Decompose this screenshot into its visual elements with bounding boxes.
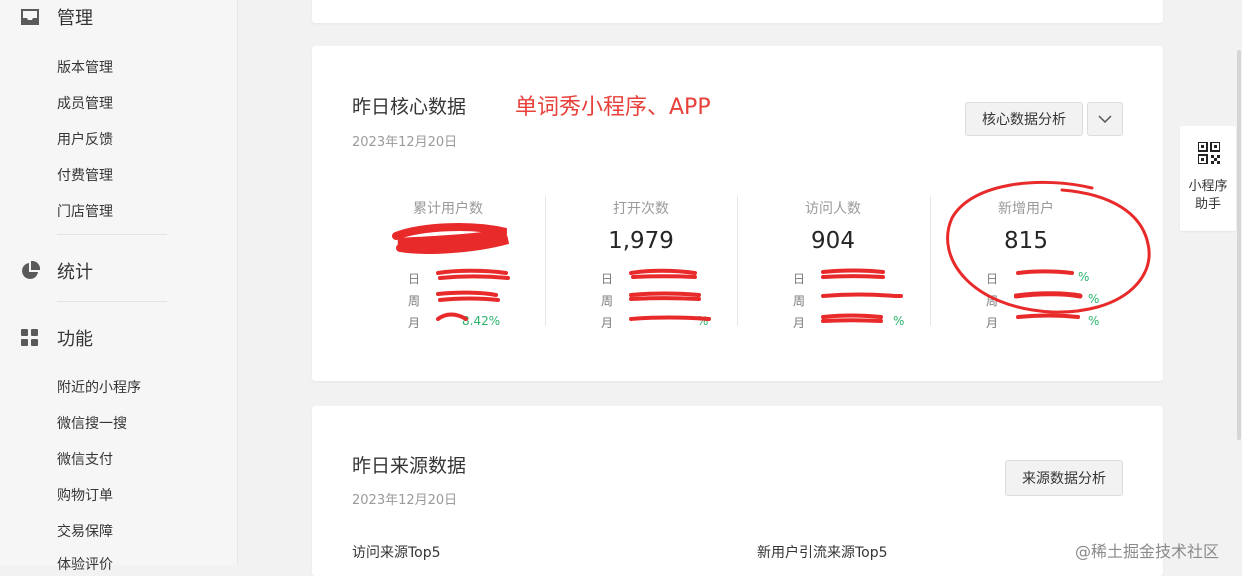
- watermark: @稀土掘金技术社区: [1075, 542, 1220, 561]
- nav-group-manage[interactable]: 管理: [20, 4, 93, 30]
- annotation-text: 单词秀小程序、APP: [515, 95, 711, 120]
- chevron-down-icon: [1098, 111, 1112, 127]
- metric-label: 访问人数: [805, 201, 861, 217]
- metric-label: 打开次数: [613, 201, 669, 217]
- source-data-date: 2023年12月20日: [352, 493, 458, 508]
- compare-value: [629, 291, 715, 304]
- nav-group-label: 统计: [57, 262, 93, 283]
- annotation-circle: [946, 180, 1151, 314]
- compare-label: 月: [601, 316, 614, 330]
- compare-value: [821, 268, 907, 282]
- compare-label: 日: [408, 272, 421, 286]
- metric-open-count: 打开次数 1,979 日 周 月 %: [545, 196, 737, 330]
- pie-chart-icon: [20, 261, 40, 281]
- source-data-analysis-button[interactable]: 来源数据分析: [1005, 460, 1123, 496]
- compare-value: [436, 268, 522, 282]
- sidebar-item-wechat-pay[interactable]: 微信支付: [57, 449, 113, 469]
- compare-label: 日: [601, 272, 614, 286]
- sidebar: 管理 版本管理 成员管理 用户反馈 付费管理 门店管理 统计 功能 附近的小程序…: [0, 0, 238, 573]
- nav-group-stats[interactable]: 统计: [20, 258, 93, 284]
- qr-code-icon: [1197, 141, 1221, 168]
- helper-label-line: 助手: [1194, 197, 1221, 212]
- helper-label-line: 小程序: [1188, 179, 1228, 194]
- sidebar-item-search[interactable]: 微信搜一搜: [57, 413, 127, 433]
- compare-value: [436, 290, 522, 304]
- compare-value: [821, 292, 907, 304]
- redaction-scribble: [436, 290, 500, 302]
- sidebar-item-feedback[interactable]: 用户反馈: [57, 129, 113, 149]
- visit-source-top5-title: 访问来源Top5: [352, 545, 441, 561]
- sidebar-item-orders[interactable]: 购物订单: [57, 485, 113, 505]
- redaction-scribble: [821, 292, 903, 298]
- compare-label: 周: [601, 294, 614, 308]
- compare-value: %: [629, 314, 715, 328]
- inbox-icon: [20, 7, 40, 27]
- source-data-title: 昨日来源数据: [352, 455, 467, 477]
- redaction-scribble: [629, 291, 701, 301]
- metric-value: 904: [811, 228, 855, 254]
- redaction-scribble: [821, 313, 883, 323]
- core-data-date: 2023年12月20日: [352, 135, 458, 150]
- compare-value: %: [821, 313, 907, 328]
- redaction-scribble: [629, 315, 711, 321]
- metric-label: 累计用户数: [413, 201, 483, 217]
- redaction-scribble: [821, 268, 885, 279]
- redaction-scribble: [629, 268, 697, 279]
- dropdown-button[interactable]: [1087, 102, 1123, 136]
- core-data-card: 昨日核心数据 单词秀小程序、APP 2023年12月20日 核心数据分析 累计用…: [312, 46, 1163, 381]
- grid-icon: [20, 328, 40, 348]
- metric-total-users: 累计用户数 日 周 月 8.42%: [352, 196, 544, 330]
- compare-label: 月: [408, 316, 421, 330]
- core-data-analysis-button[interactable]: 核心数据分析: [965, 102, 1083, 136]
- sidebar-item-reviews[interactable]: 体验评价: [57, 554, 113, 574]
- core-data-title: 昨日核心数据: [352, 96, 467, 118]
- compare-label: 月: [793, 316, 806, 330]
- redaction-scribble: [436, 312, 468, 321]
- source-data-card: 昨日来源数据 2023年12月20日 来源数据分析 访问来源Top5 新用户引流…: [312, 406, 1163, 576]
- mini-program-helper[interactable]: 小程序 助手: [1180, 126, 1236, 231]
- sidebar-item-nearby[interactable]: 附近的小程序: [57, 377, 141, 397]
- sidebar-item-stores[interactable]: 门店管理: [57, 201, 113, 221]
- helper-label: 小程序 助手: [1180, 178, 1236, 214]
- metric-value: 1,979: [608, 228, 674, 254]
- sidebar-item-members[interactable]: 成员管理: [57, 93, 113, 113]
- scrollbar[interactable]: [1237, 50, 1241, 440]
- sidebar-item-versions[interactable]: 版本管理: [57, 57, 113, 77]
- new-user-source-top5-title: 新用户引流来源Top5: [757, 545, 888, 561]
- compare-value: 8.42%: [436, 312, 522, 328]
- nav-group-label: 管理: [57, 8, 93, 29]
- nav-group-label: 功能: [57, 329, 93, 350]
- compare-label: 日: [793, 272, 806, 286]
- redaction-scribble: [436, 268, 510, 280]
- metric-visitors: 访问人数 904 日 周 月 %: [737, 196, 929, 330]
- top-card: [312, 0, 1163, 23]
- sidebar-item-guarantee[interactable]: 交易保障: [57, 521, 113, 541]
- divider: [57, 234, 167, 235]
- compare-label: 周: [793, 294, 806, 308]
- divider: [57, 301, 167, 302]
- nav-group-features[interactable]: 功能: [20, 325, 93, 351]
- compare-label: 周: [408, 294, 421, 308]
- compare-value: [629, 268, 715, 282]
- redaction-scribble: [392, 223, 510, 254]
- sidebar-item-payments[interactable]: 付费管理: [57, 165, 113, 185]
